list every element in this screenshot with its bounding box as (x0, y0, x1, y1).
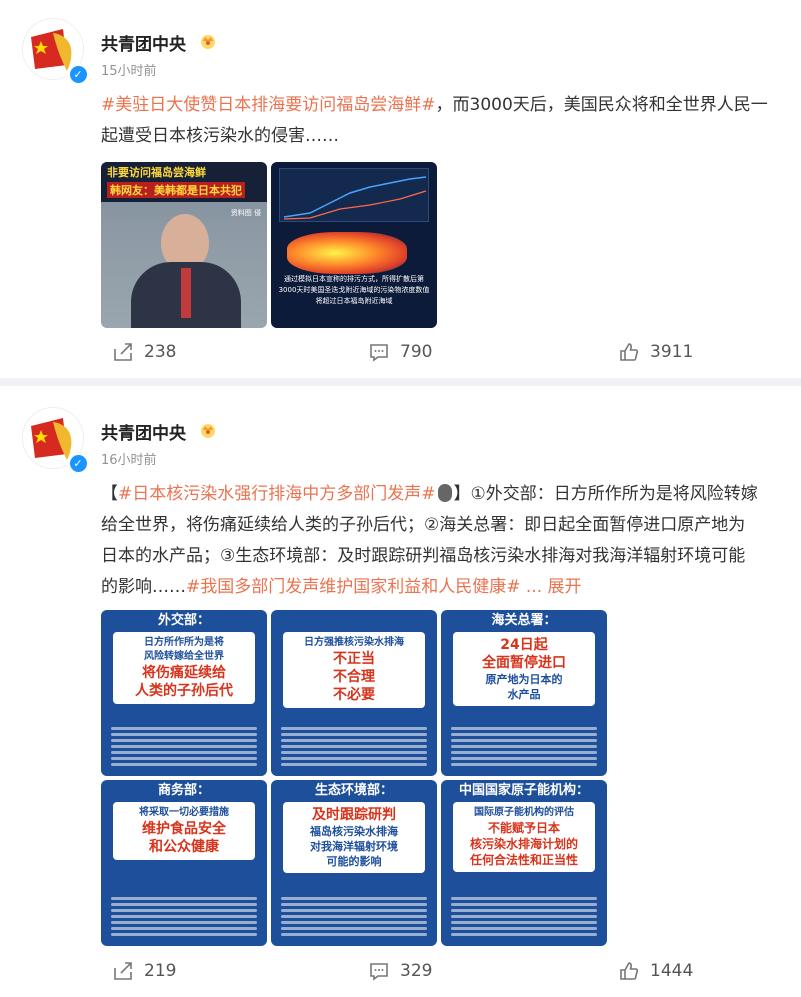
username[interactable]: 共青团中央 (101, 30, 186, 55)
card-highlight: 人类的子孙后代 (135, 683, 233, 699)
card-line: 将采取一切必要措施 (139, 807, 229, 818)
card-body-text (111, 894, 257, 940)
card-highlight: 任何合法性和正当性 (469, 853, 578, 867)
card-box: 24日起 全面暂停进口 原产地为日本的 水产品 (453, 632, 595, 706)
simulation-chart (279, 168, 429, 222)
microphone-emoji-icon (437, 484, 452, 502)
post-image-card[interactable]: 日方强推核污染水排海 不正当 不合理 不必要 (271, 610, 437, 776)
like-button[interactable]: 3911 (618, 332, 693, 372)
topic-link[interactable]: #我国多部门发声维护国家利益和人民健康# (186, 577, 521, 597)
username[interactable]: 共青团中央 (101, 419, 186, 444)
post-time[interactable]: 15小时前 (101, 60, 157, 79)
card-line: 日方所作所为是将 (144, 637, 224, 648)
image-tag: 资料图 侵 (230, 209, 261, 217)
action-bar: 219 329 1444 (0, 951, 801, 991)
card-box: 将采取一切必要措施 维护食品安全 和公众健康 (113, 802, 255, 860)
comment-count: 329 (400, 961, 433, 981)
image-grid: 非要访问福岛尝海鲜 韩网友：美韩都是日本共犯 资料图 侵 通过模拟日本宣称的排污… (101, 162, 437, 328)
card-body-text (111, 724, 257, 770)
card-highlight: 全面暂停进口 (482, 655, 566, 671)
share-button[interactable]: 238 (112, 332, 176, 372)
card-highlight: 不合理 (333, 669, 375, 685)
card-line: 可能的影响 (326, 855, 382, 868)
post-image-card[interactable]: 外交部： 日方所作所为是将 风险转嫁给全世界 将伤痛延续给 人类的子孙后代 (101, 610, 267, 776)
share-count: 238 (144, 342, 177, 362)
card-highlight: 不正当 (333, 651, 375, 667)
post-image-card[interactable]: 海关总署： 24日起 全面暂停进口 原产地为日本的 水产品 (441, 610, 607, 776)
like-count: 3911 (650, 342, 694, 362)
image-headline: 非要访问福岛尝海鲜 (107, 166, 206, 179)
crown-badge-icon (199, 421, 217, 439)
card-box: 日方所作所为是将 风险转嫁给全世界 将伤痛延续给 人类的子孙后代 (113, 632, 255, 704)
card-highlight: 将伤痛延续给 (142, 665, 226, 681)
image-subheadline: 韩网友：美韩都是日本共犯 (107, 182, 245, 198)
post-content: 【#日本核污染水强行排海中方多部门发声# 】①外交部：日方所作所为是将风险转嫁给全… (101, 479, 761, 603)
card-highlight: 核污染水排海计划的 (469, 837, 578, 851)
weibo-post: ✓ 共青团中央 16小时前 【#日本核污染水强行排海中方多部门发声# 】①外交部：… (0, 386, 801, 997)
card-body-text (451, 724, 597, 770)
action-bar: 238 790 3911 (0, 332, 801, 372)
like-icon (620, 343, 639, 361)
weibo-post: ✓ 共青团中央 15小时前 #美驻日大使赞日本排海要访问福岛尝海鲜#，而3000… (0, 0, 801, 378)
card-header: 生态环境部： (314, 783, 393, 798)
topic-link[interactable]: #美驻日大使赞日本排海要访问福岛尝海鲜# (101, 95, 436, 115)
post-image-card[interactable]: 中国国家原子能机构： 国际原子能机构的评估 不能赋予日本 核污染水排海计划的 任… (441, 780, 607, 946)
card-header: 海关总署： (491, 613, 557, 628)
like-icon (620, 962, 639, 980)
comment-button[interactable]: 329 (368, 951, 432, 991)
comment-count: 790 (400, 342, 433, 362)
card-highlight: 和公众健康 (149, 839, 219, 855)
card-highlight: 不必要 (333, 687, 375, 703)
card-highlight: 及时跟踪研判 (312, 807, 396, 823)
post-image-card[interactable]: 生态环境部： 及时跟踪研判 福岛核污染水排海 对我海洋辐射环境 可能的影响 (271, 780, 437, 946)
card-line: 福岛核污染水排海 (310, 825, 398, 838)
card-body-text (281, 894, 427, 940)
comment-icon (370, 344, 388, 362)
card-line: 水产品 (507, 688, 541, 701)
card-line: 原产地为日本的 (485, 673, 563, 686)
share-icon (114, 343, 132, 361)
post-image-card[interactable]: 商务部： 将采取一切必要措施 维护食品安全 和公众健康 (101, 780, 267, 946)
bracket: 【 (101, 484, 118, 504)
card-header: 商务部： (157, 783, 210, 798)
share-button[interactable]: 219 (112, 951, 176, 991)
post-content: #美驻日大使赞日本排海要访问福岛尝海鲜#，而3000天后，美国民众将和全世界人民… (101, 90, 771, 152)
post-image-simulation-map[interactable]: 通过模拟日本宣称的排污方式，所得扩散后第3000天时美国圣迭戈附近海域的污染物浓… (271, 162, 437, 328)
comment-icon (370, 963, 388, 981)
card-header: 中国国家原子能机构： (458, 783, 589, 798)
card-highlight: 不能赋予日本 (487, 821, 560, 835)
card-line: 日方强推核污染水排海 (304, 637, 404, 648)
share-count: 219 (144, 961, 177, 981)
image-grid: 外交部： 日方所作所为是将 风险转嫁给全世界 将伤痛延续给 人类的子孙后代 日方… (101, 610, 607, 946)
card-body-text (281, 724, 427, 770)
card-highlight: 维护食品安全 (142, 821, 226, 837)
card-body-text (451, 894, 597, 940)
post-time[interactable]: 16小时前 (101, 449, 157, 468)
verified-icon: ✓ (68, 453, 88, 473)
share-icon (114, 962, 132, 980)
like-button[interactable]: 1444 (618, 951, 693, 991)
card-box: 及时跟踪研判 福岛核污染水排海 对我海洋辐射环境 可能的影响 (283, 802, 425, 873)
image-caption: 通过模拟日本宣称的排污方式，所得扩散后第3000天时美国圣迭戈附近海域的污染物浓… (278, 275, 430, 305)
post-image-ambassador[interactable]: 非要访问福岛尝海鲜 韩网友：美韩都是日本共犯 资料图 侵 (101, 162, 267, 328)
pollution-plume (287, 232, 407, 274)
card-header: 外交部： (157, 613, 210, 628)
expand-link[interactable]: ... 展开 (526, 577, 582, 597)
card-header (271, 610, 437, 632)
comment-button[interactable]: 790 (368, 332, 432, 372)
topic-link[interactable]: #日本核污染水强行排海中方多部门发声# (118, 484, 436, 504)
card-line: 风险转嫁给全世界 (144, 651, 224, 662)
card-box: 国际原子能机构的评估 不能赋予日本 核污染水排海计划的 任何合法性和正当性 (453, 802, 595, 872)
card-line: 国际原子能机构的评估 (474, 807, 574, 818)
crown-badge-icon (199, 32, 217, 50)
card-line: 对我海洋辐射环境 (310, 840, 398, 853)
person-figure (181, 268, 191, 318)
like-count: 1444 (650, 961, 694, 981)
verified-icon: ✓ (68, 64, 88, 84)
card-highlight: 24日起 (500, 637, 548, 653)
card-box: 日方强推核污染水排海 不正当 不合理 不必要 (283, 632, 425, 708)
